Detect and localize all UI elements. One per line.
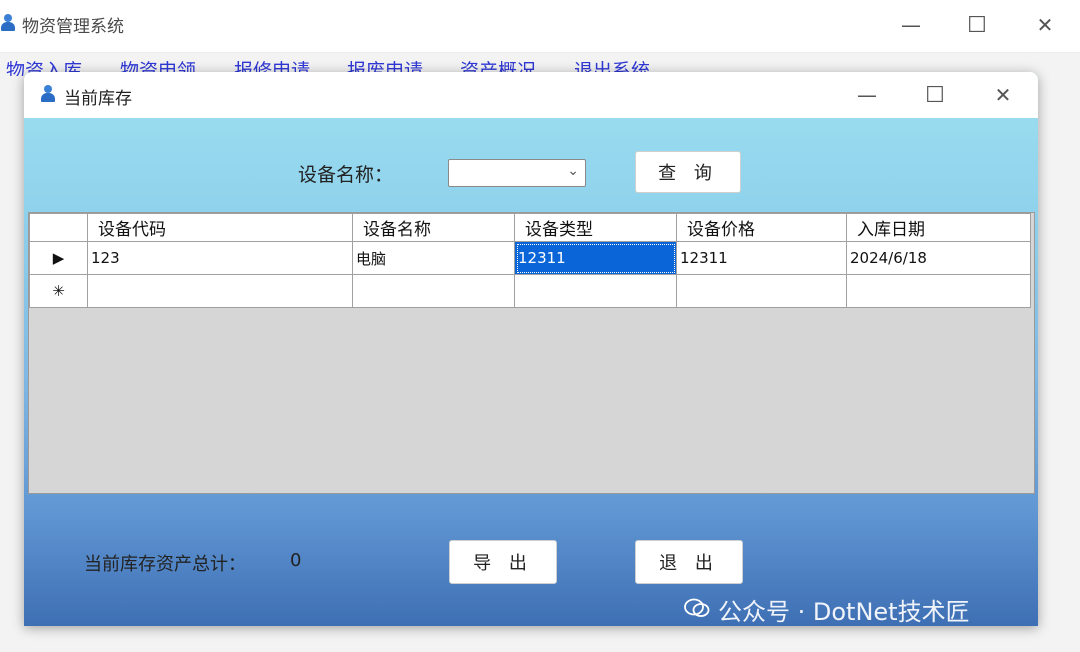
cell-device-name[interactable]: 电脑 — [352, 241, 515, 275]
row-indicator-current[interactable]: ▶ — [29, 241, 88, 275]
main-close-button[interactable]: ✕ — [1022, 2, 1068, 48]
dialog-titlebar: 当前库存 — ☐ ✕ — [24, 72, 1038, 118]
cell-stock-in-date[interactable]: 2024/6/18 — [846, 241, 1031, 275]
total-assets-label: 当前库存资产总计： — [84, 554, 246, 575]
device-name-combobox[interactable]: ⌄ — [448, 159, 586, 187]
column-header-device-name[interactable]: 设备名称 — [352, 213, 515, 242]
table-header-row: 设备代码 设备名称 设备类型 设备价格 入库日期 — [29, 213, 1031, 242]
new-cell-stock-in-date[interactable] — [846, 274, 1031, 308]
inventory-dialog: 当前库存 — ☐ ✕ 设备名称： ⌄ 查 询 设备代码 设备名称 设备类型 设备… — [24, 72, 1038, 626]
dialog-title: 当前库存 — [64, 89, 132, 109]
dialog-user-icon — [40, 85, 56, 103]
inventory-grid[interactable]: 设备代码 设备名称 设备类型 设备价格 入库日期 ▶ 123 电脑 12311 … — [28, 212, 1035, 494]
main-titlebar: 物资管理系统 — ☐ ✕ — [0, 0, 1080, 53]
column-header-device-code[interactable]: 设备代码 — [87, 213, 353, 242]
chevron-down-icon[interactable]: ⌄ — [567, 163, 579, 179]
device-name-label: 设备名称： — [298, 164, 394, 186]
main-window-title: 物资管理系统 — [22, 17, 124, 37]
column-header-device-price[interactable]: 设备价格 — [676, 213, 847, 242]
main-minimize-button[interactable]: — — [888, 2, 934, 48]
cell-device-code[interactable]: 123 — [87, 241, 353, 275]
new-cell-device-name[interactable] — [352, 274, 515, 308]
main-maximize-button[interactable]: ☐ — [954, 2, 1000, 48]
export-button[interactable]: 导 出 — [449, 540, 557, 584]
exit-button[interactable]: 退 出 — [635, 540, 743, 584]
new-cell-device-code[interactable] — [87, 274, 353, 308]
column-header-stock-in-date[interactable]: 入库日期 — [846, 213, 1031, 242]
table-row[interactable]: ▶ 123 电脑 12311 12311 2024/6/18 — [29, 241, 1031, 275]
watermark: 公众号 · DotNet技术匠 — [684, 592, 970, 627]
total-assets-value: 0 — [290, 550, 302, 571]
cell-device-type-selected[interactable]: 12311 — [514, 241, 677, 275]
new-cell-device-price[interactable] — [676, 274, 847, 308]
cell-device-price[interactable]: 12311 — [676, 241, 847, 275]
row-indicator-new[interactable]: ✳ — [29, 274, 88, 308]
dialog-minimize-button[interactable]: — — [844, 72, 890, 118]
new-cell-device-type[interactable] — [514, 274, 677, 308]
app-user-icon — [0, 14, 16, 32]
dialog-close-button[interactable]: ✕ — [980, 72, 1026, 118]
corner-header-cell[interactable] — [29, 213, 88, 242]
table-row-new[interactable]: ✳ — [29, 274, 1031, 308]
wechat-icon — [684, 598, 710, 617]
watermark-text: 公众号 · DotNet技术匠 — [718, 598, 970, 626]
column-header-device-type[interactable]: 设备类型 — [514, 213, 677, 242]
inventory-table: 设备代码 设备名称 设备类型 设备价格 入库日期 ▶ 123 电脑 12311 … — [29, 213, 1031, 308]
query-button[interactable]: 查 询 — [635, 151, 741, 193]
dialog-maximize-button[interactable]: ☐ — [912, 72, 958, 118]
